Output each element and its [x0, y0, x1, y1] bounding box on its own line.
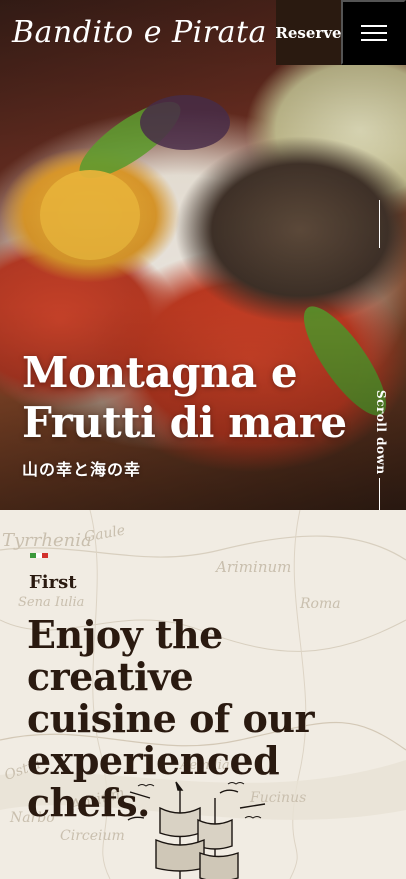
hamburger-menu-icon: [360, 25, 387, 41]
section-heading-line-2: cuisine of our: [27, 696, 314, 741]
reserve-button[interactable]: Reserve: [275, 0, 342, 65]
scroll-down-link[interactable]: Scroll down: [372, 390, 388, 475]
map-label: Circeium: [60, 828, 125, 844]
map-label: Ariminum: [216, 558, 292, 576]
hero-title-line-2: Frutti di mare: [22, 398, 347, 447]
hero-title-line-1: Montagna e: [22, 348, 298, 397]
hero-section: Bandito e Pirata Reserve Montagna e Frut…: [0, 0, 406, 510]
map-label: Sena Iulia: [18, 595, 85, 610]
section-label: First: [29, 572, 77, 593]
pirate-ship-illustration: [127, 781, 266, 879]
hero-title: Montagna e Frutti di mare: [22, 348, 352, 448]
menu-button[interactable]: [341, 0, 406, 65]
section-heading-line-1: Enjoy the creative: [27, 612, 223, 699]
site-logo[interactable]: Bandito e Pirata: [12, 8, 266, 58]
italian-flag-icon: [30, 553, 48, 558]
scroll-line-top: [379, 200, 380, 248]
intro-section: Tyrrhenia Gaule Ariminum Sena Iulia Roma…: [0, 510, 406, 879]
map-label: Tyrrhenia: [2, 530, 92, 551]
hero-subtitle: 山の幸と海の幸: [22, 460, 142, 479]
flag-red: [42, 553, 48, 558]
scroll-line-bottom: [379, 478, 380, 510]
map-label: Roma: [300, 596, 341, 612]
